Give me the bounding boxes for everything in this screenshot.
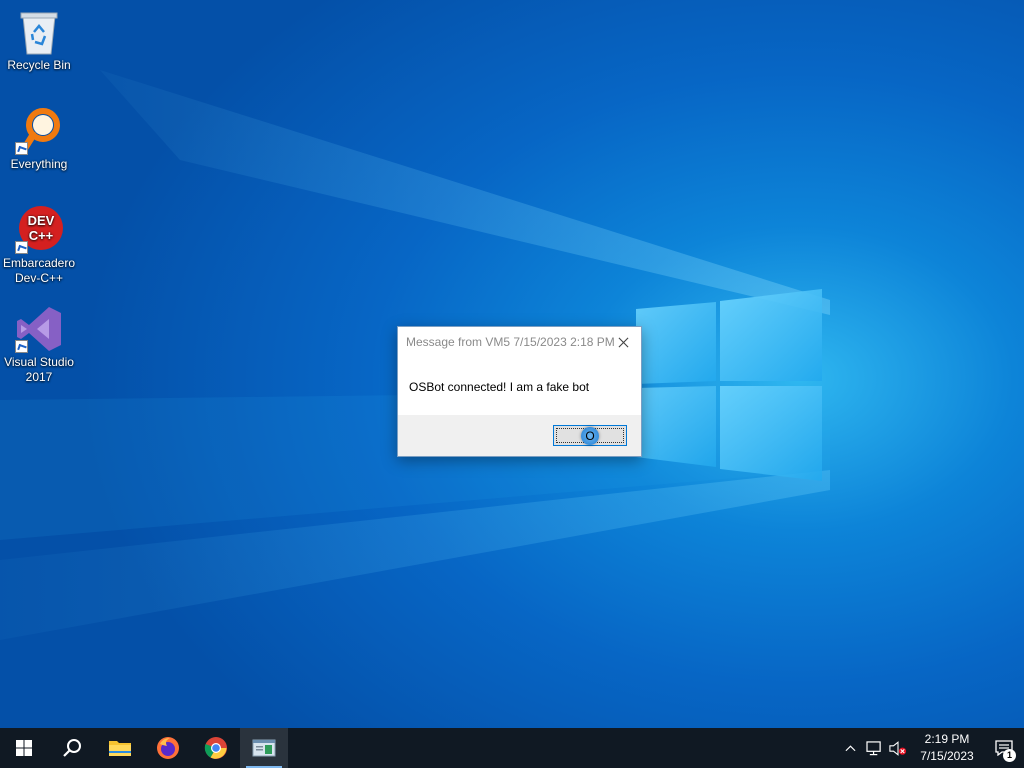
chrome-icon [204,737,227,759]
desktop-icon-dev-cpp[interactable]: DEV C++ Embarcadero Dev-C++ [0,206,78,286]
dialog-message: OSBot connected! I am a fake bot [409,380,590,394]
clock-time: 2:19 PM [924,732,970,746]
start-button[interactable] [0,728,48,768]
firefox-icon [157,737,179,759]
desktop-icon-label: Everything [10,157,68,171]
desktop: Recycle Bin Everything DEV C++ Embarcade… [0,0,1024,728]
clock[interactable]: 2:19 PM 7/15/2023 [910,731,984,765]
file-explorer-icon [109,741,131,756]
dev-cpp-icon: DEV C++ [15,206,63,254]
everything-search-icon [15,107,63,155]
taskbar-chrome[interactable] [192,728,240,768]
windows-start-icon [16,740,32,756]
desktop-icon-label: Recycle Bin [7,58,71,72]
dialog-footer: O [398,415,641,456]
shortcut-arrow-icon [15,241,28,254]
desktop-icon-visual-studio[interactable]: Visual Studio 2017 [0,305,78,385]
close-icon[interactable] [609,330,637,354]
taskbar-remote-app[interactable] [240,728,288,768]
remote-app-icon [252,739,276,757]
desktop-icon-label: Embarcadero Dev-C++ [2,256,76,285]
svg-text:DEV: DEV [28,213,55,228]
shortcut-arrow-icon [15,142,28,155]
notification-count-badge: 1 [1003,749,1016,762]
system-tray: 2:19 PM 7/15/2023 1 [838,728,1024,768]
ok-button[interactable]: O [553,425,627,446]
dialog-title: Message from VM5 7/15/2023 2:18 PM [406,335,615,349]
desktop-icon-label: Visual Studio 2017 [4,355,74,384]
recycle-bin-icon [15,8,63,56]
search-icon [63,739,81,757]
taskbar-file-explorer[interactable] [96,728,144,768]
shortcut-arrow-icon [15,340,28,353]
action-center-button[interactable]: 1 [984,728,1024,768]
network-icon[interactable] [862,728,886,768]
taskbar: 2:19 PM 7/15/2023 1 [0,728,1024,768]
desktop-icon-everything[interactable]: Everything [0,107,78,172]
svg-text:C++: C++ [29,228,54,243]
message-dialog: Message from VM5 7/15/2023 2:18 PM OSBot… [397,326,642,457]
visual-studio-icon [15,305,63,353]
clock-date: 7/15/2023 [920,749,974,763]
volume-muted-icon[interactable] [886,728,910,768]
taskbar-firefox[interactable] [144,728,192,768]
chevron-up-icon[interactable] [838,728,862,768]
desktop-icon-recycle-bin[interactable]: Recycle Bin [0,8,78,73]
windows-logo-wallpaper [636,289,822,481]
ok-button-label: O [585,428,595,443]
search-button[interactable] [48,728,96,768]
